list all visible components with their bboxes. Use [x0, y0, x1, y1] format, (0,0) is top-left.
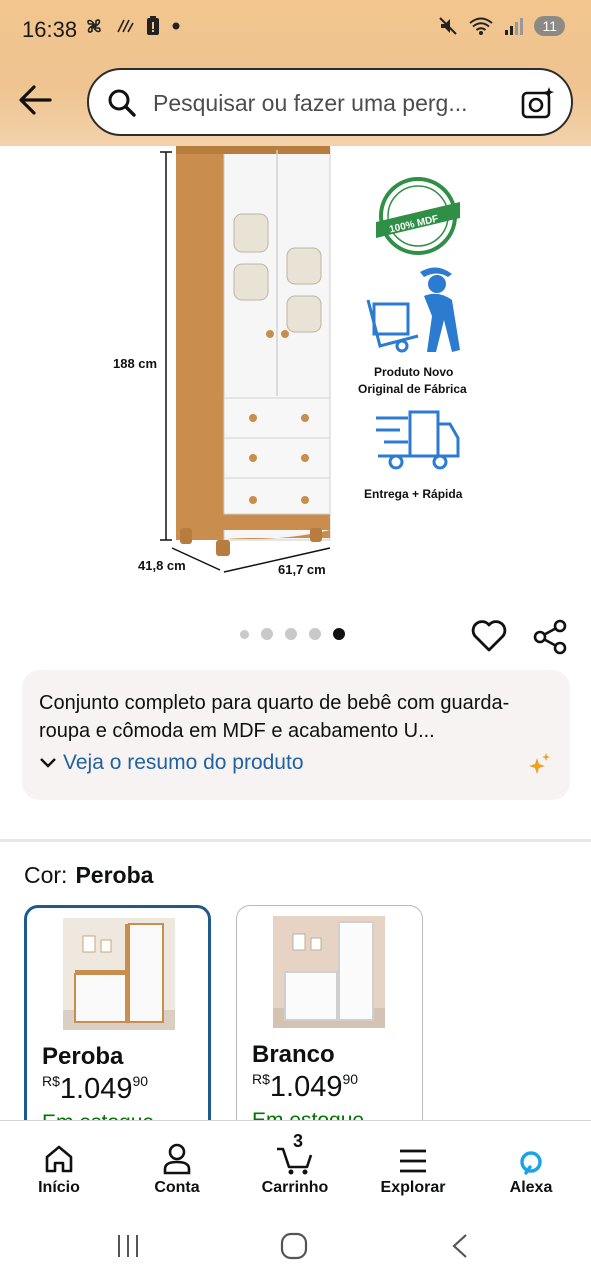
- carousel-dot[interactable]: [261, 628, 273, 640]
- height-label: 188 cm: [113, 356, 157, 371]
- carousel-dot[interactable]: [240, 629, 249, 639]
- product-image[interactable]: 188 cm 41,8 cm 61,7 cm 100% MDF Produto …: [0, 146, 591, 606]
- arrow-left-icon[interactable]: [16, 82, 54, 118]
- feature-delivery: Entrega + Rápida: [364, 487, 463, 501]
- carousel-dot[interactable]: [285, 628, 297, 640]
- variant-option-branco[interactable]: Branco R$1.04990 Em estoque: [236, 905, 423, 1145]
- app-header: 16:38 11 Pesquisar ou fazer uma perg...: [0, 0, 591, 146]
- variant-thumbnail: [273, 916, 385, 1028]
- nav-alexa[interactable]: Alexa: [476, 1135, 586, 1197]
- variant-price: R$1.04990: [252, 1071, 359, 1103]
- share-icon[interactable]: [532, 618, 570, 656]
- carousel-dots[interactable]: [240, 628, 345, 640]
- recent-apps-icon[interactable]: [116, 1233, 140, 1259]
- nav-account[interactable]: Conta: [122, 1135, 232, 1197]
- wifi-icon: [469, 17, 494, 35]
- battery-level: 11: [534, 16, 565, 36]
- menu-icon: [400, 1149, 426, 1173]
- signal-lines-icon: [117, 19, 134, 33]
- bottom-nav: Início Conta 3 Carrinho Explorar Alexa: [0, 1120, 591, 1212]
- nav-explore[interactable]: Explorar: [358, 1135, 468, 1197]
- product-summary-card[interactable]: Conjunto completo para quarto de bebê co…: [22, 670, 570, 800]
- home-button-icon[interactable]: [280, 1232, 308, 1260]
- nav-explore-label: Explorar: [380, 1179, 446, 1196]
- search-input[interactable]: Pesquisar ou fazer uma perg...: [153, 90, 513, 117]
- nav-alexa-label: Alexa: [509, 1179, 553, 1196]
- variant-label: Cor:: [24, 862, 68, 888]
- variant-name: Branco: [252, 1041, 335, 1068]
- nav-cart-label: Carrinho: [261, 1179, 329, 1196]
- nav-cart[interactable]: 3 Carrinho: [240, 1131, 350, 1197]
- variant-thumbnail: [63, 918, 175, 1030]
- back-nav-icon[interactable]: [450, 1233, 470, 1259]
- battery-alert-icon: [147, 16, 159, 35]
- carousel-dot[interactable]: [333, 628, 345, 640]
- cell-signal-icon: [505, 18, 524, 35]
- feature-line-1: Produto Novo: [374, 365, 453, 379]
- fan-icon: [87, 19, 101, 33]
- status-time: 16:38: [22, 17, 78, 42]
- nav-home-label: Início: [38, 1179, 80, 1196]
- sparkle-icon: [529, 753, 550, 774]
- section-divider: [0, 839, 591, 842]
- mute-icon: [439, 17, 458, 35]
- person-icon: [163, 1143, 191, 1175]
- product-illustration: 188 cm 41,8 cm 61,7 cm 100% MDF Produto …: [113, 146, 467, 577]
- variant-heading: Cor: Peroba: [24, 862, 153, 889]
- camera-sparkle-icon[interactable]: [521, 86, 555, 120]
- variant-selected: Peroba: [75, 862, 154, 888]
- alexa-icon: [520, 1151, 542, 1175]
- depth-label: 41,8 cm: [138, 558, 186, 573]
- nav-home[interactable]: Início: [4, 1135, 114, 1197]
- variant-option-peroba[interactable]: Peroba R$1.04990 Em estoque: [24, 905, 211, 1145]
- dot-icon: [172, 22, 180, 30]
- heart-icon[interactable]: [470, 618, 508, 654]
- summary-link[interactable]: Veja o resumo do produto: [39, 751, 304, 775]
- product-summary-text: Conjunto completo para quarto de bebê co…: [39, 692, 510, 742]
- search-bar[interactable]: Pesquisar ou fazer uma perg...: [87, 68, 573, 136]
- variant-price: R$1.04990: [42, 1073, 149, 1105]
- home-icon: [45, 1145, 73, 1173]
- cart-count-badge: 3: [293, 1131, 304, 1151]
- summary-link-label: Veja o resumo do produto: [63, 751, 304, 774]
- carousel-dot[interactable]: [309, 628, 321, 640]
- status-bar: 16:38 11: [0, 0, 591, 60]
- system-nav-bar: [0, 1212, 591, 1280]
- feature-line-2: Original de Fábrica: [358, 382, 467, 396]
- chevron-down-icon: [40, 758, 56, 768]
- nav-account-label: Conta: [154, 1179, 200, 1196]
- width-label: 61,7 cm: [278, 562, 326, 577]
- search-icon: [108, 89, 136, 117]
- variant-name: Peroba: [42, 1043, 124, 1070]
